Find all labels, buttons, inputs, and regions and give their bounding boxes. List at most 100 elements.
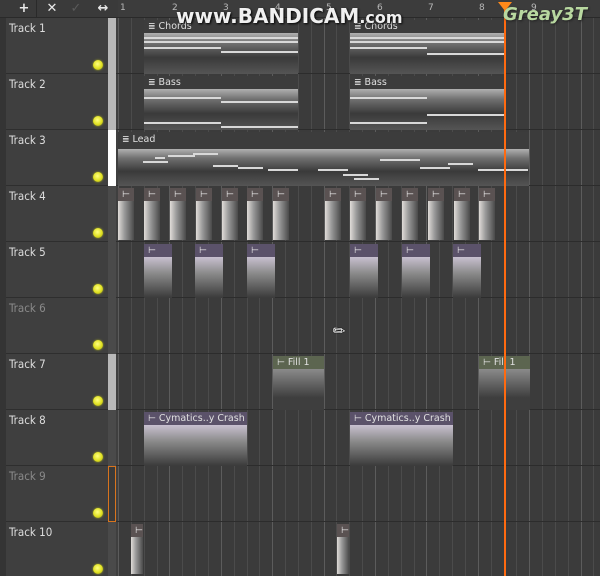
- track-color-strip[interactable]: [108, 522, 116, 576]
- pattern-icon: ≣: [148, 22, 156, 32]
- track-header[interactable]: Track 5: [6, 242, 118, 298]
- track-color-strip[interactable]: [108, 410, 116, 466]
- ruler-bar-7: 7: [428, 3, 434, 13]
- pattern-clip[interactable]: ≣ Bass: [350, 76, 504, 130]
- audio-clip[interactable]: ⊢: [273, 188, 289, 240]
- mute-led-icon[interactable]: [93, 172, 103, 182]
- track-header[interactable]: Track 9: [6, 466, 118, 522]
- notes-preview: [350, 89, 504, 130]
- track-name[interactable]: Track 8: [9, 413, 46, 427]
- track-lane[interactable]: [118, 466, 600, 522]
- mute-led-icon[interactable]: [93, 228, 103, 238]
- audio-clip[interactable]: ⊢: [479, 188, 495, 240]
- clip-name: Bass: [364, 77, 387, 88]
- audio-clip[interactable]: ⊢: [325, 188, 341, 240]
- audio-clip[interactable]: ⊢: [144, 244, 172, 298]
- audio-clip[interactable]: ⊢: [170, 188, 186, 240]
- playhead[interactable]: [504, 10, 506, 576]
- pattern-clip[interactable]: ≣ Chords: [350, 20, 504, 74]
- track-color-strip[interactable]: [108, 74, 116, 130]
- add-track-button[interactable]: +: [14, 0, 34, 18]
- mute-led-icon[interactable]: [93, 396, 103, 406]
- mute-led-icon[interactable]: [93, 564, 103, 574]
- track-name[interactable]: Track 10: [9, 525, 52, 539]
- audio-clip[interactable]: ⊢ Cymatics..y Crash 4: [144, 412, 247, 466]
- fit-width-button[interactable]: ↔: [93, 0, 113, 18]
- audio-clip-icon: ⊢: [251, 190, 259, 200]
- audio-clip[interactable]: ⊢: [453, 244, 481, 298]
- mute-led-icon[interactable]: [93, 116, 103, 126]
- pattern-clip[interactable]: ≣ Bass: [144, 76, 298, 130]
- delete-button[interactable]: ✕: [42, 0, 62, 18]
- pattern-clip[interactable]: ≣ Chords: [144, 20, 298, 74]
- pattern-icon: ≣: [148, 78, 156, 88]
- track-header[interactable]: Track 4: [6, 186, 118, 242]
- audio-clip[interactable]: ⊢: [350, 188, 366, 240]
- audio-clip[interactable]: ⊢: [131, 524, 143, 574]
- track-header[interactable]: Track 10: [6, 522, 118, 576]
- audio-clip[interactable]: ⊢: [402, 188, 418, 240]
- mute-led-icon[interactable]: [93, 284, 103, 294]
- mute-led-icon[interactable]: [93, 340, 103, 350]
- audio-clip-icon: ⊢: [199, 246, 207, 256]
- track-lane[interactable]: [118, 522, 600, 576]
- track-header[interactable]: Track 7: [6, 354, 118, 410]
- mute-led-icon[interactable]: [93, 60, 103, 70]
- track-name[interactable]: Track 2: [9, 77, 46, 91]
- audio-clip[interactable]: ⊢: [196, 188, 212, 240]
- track-header[interactable]: Track 8: [6, 410, 118, 466]
- notes-preview: [144, 33, 298, 74]
- audio-clip[interactable]: ⊢: [428, 188, 444, 240]
- track-name[interactable]: Track 6: [9, 301, 46, 315]
- track-color-strip[interactable]: [108, 466, 116, 522]
- audio-clip[interactable]: ⊢: [222, 188, 238, 240]
- track-header[interactable]: Track 2: [6, 74, 118, 130]
- track-color-strip[interactable]: [108, 130, 116, 186]
- audio-clip[interactable]: ⊢ Cymatics..y Crash 4: [350, 412, 453, 466]
- track-color-strip[interactable]: [108, 354, 116, 410]
- pattern-clip[interactable]: ≣ Lead: [118, 132, 529, 186]
- audio-clip[interactable]: ⊢: [454, 188, 470, 240]
- audio-clip[interactable]: ⊢: [247, 244, 275, 298]
- track-name[interactable]: Track 4: [9, 189, 46, 203]
- confirm-button[interactable]: ✓: [66, 0, 86, 18]
- clip-name: Fill 1: [287, 357, 310, 368]
- audio-clip[interactable]: ⊢: [350, 244, 378, 298]
- audio-clip[interactable]: ⊢: [118, 188, 134, 240]
- audio-clip-icon: ⊢: [380, 190, 388, 200]
- track-name[interactable]: Track 9: [9, 469, 46, 483]
- mute-led-icon[interactable]: [93, 452, 103, 462]
- track-name[interactable]: Track 5: [9, 245, 46, 259]
- audio-clip[interactable]: ⊢: [337, 524, 349, 574]
- track-header[interactable]: Track 3: [6, 130, 118, 186]
- waveform: [195, 257, 223, 298]
- audio-clip-icon: ⊢: [354, 246, 362, 256]
- audio-clip[interactable]: ⊢: [247, 188, 263, 240]
- notes-preview: [118, 149, 529, 186]
- audio-clip[interactable]: ⊢: [144, 188, 160, 240]
- track-color-strip[interactable]: [108, 186, 116, 242]
- waveform: [170, 201, 186, 240]
- audio-clip[interactable]: ⊢ Fill 1: [273, 356, 324, 410]
- waveform: [144, 257, 172, 298]
- track-name[interactable]: Track 1: [9, 21, 46, 35]
- waveform: [402, 257, 430, 298]
- track-color-strip[interactable]: [108, 298, 116, 354]
- watermark-suffix: .com: [359, 8, 403, 27]
- audio-clip[interactable]: ⊢: [402, 244, 430, 298]
- arrangement-area[interactable]: ≣ Chords ≣ Chords ≣ Bass ≣ Bass ≣ Lead ⊢…: [118, 18, 600, 576]
- mute-led-icon[interactable]: [93, 508, 103, 518]
- track-lane[interactable]: [118, 298, 600, 354]
- audio-clip-icon: ⊢: [406, 190, 414, 200]
- audio-clip[interactable]: ⊢: [195, 244, 223, 298]
- track-color-strip[interactable]: [108, 18, 116, 74]
- waveform: [247, 257, 275, 298]
- track-name[interactable]: Track 7: [9, 357, 46, 371]
- waveform: [453, 257, 481, 298]
- track-color-strip[interactable]: [108, 242, 116, 298]
- track-name[interactable]: Track 3: [9, 133, 46, 147]
- audio-clip[interactable]: ⊢: [376, 188, 392, 240]
- track-header[interactable]: Track 1: [6, 18, 118, 74]
- track-header[interactable]: Track 6: [6, 298, 118, 354]
- waveform: [428, 201, 444, 240]
